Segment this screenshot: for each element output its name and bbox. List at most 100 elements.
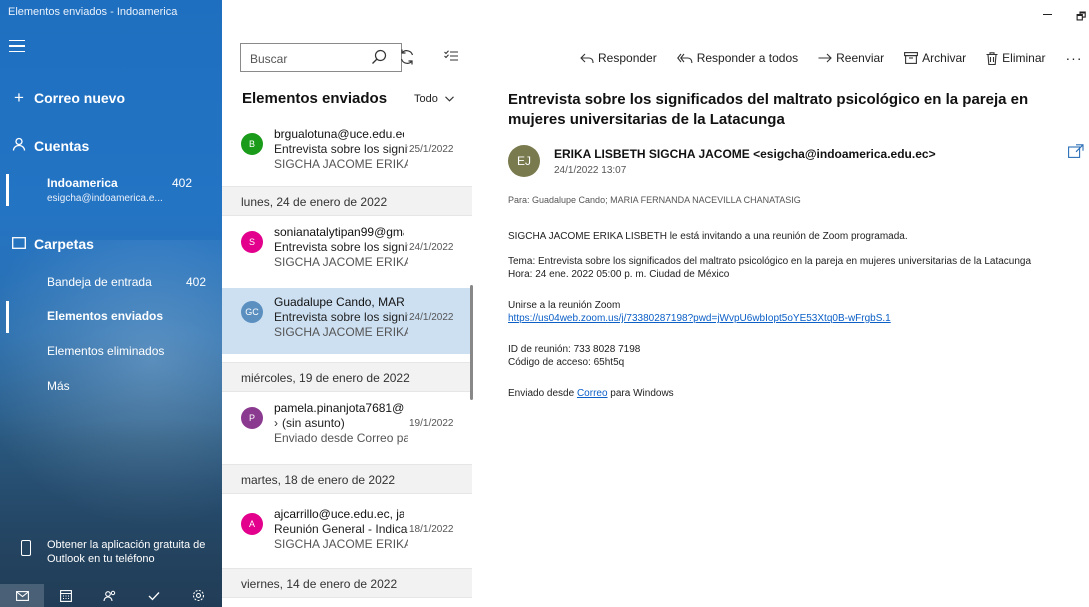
app-switcher-bar bbox=[0, 584, 222, 607]
open-in-new-window-icon[interactable] bbox=[1068, 144, 1084, 161]
message-preview: SIGCHA JACOME ERIKA LISBETH bbox=[274, 325, 408, 339]
account-indoamerica[interactable]: Indoamerica 402 esigcha@indoamerica.e... bbox=[0, 172, 222, 212]
folder-inbox[interactable]: Bandeja de entrada 402 bbox=[0, 266, 222, 300]
message-from: brgualotuna@uce.edu.ec bbox=[274, 127, 404, 141]
minimize-button[interactable] bbox=[1043, 14, 1052, 15]
settings-icon[interactable] bbox=[176, 584, 220, 607]
avatar: A bbox=[241, 513, 263, 535]
date-group-label: viernes, 14 de enero de 2022 bbox=[241, 577, 398, 591]
date-group-header: miércoles, 19 de enero de 2022 bbox=[222, 362, 472, 392]
mail-app-window: Elementos enviados - Indoamerica + Corre… bbox=[0, 0, 1089, 607]
search-input[interactable]: Buscar bbox=[250, 52, 287, 66]
list-scrollbar[interactable] bbox=[470, 285, 473, 400]
meeting-id: ID de reunión: 733 8028 7198 bbox=[508, 344, 641, 355]
select-mode-icon[interactable] bbox=[444, 50, 458, 65]
account-unread-count: 402 bbox=[172, 176, 193, 190]
person-icon bbox=[4, 136, 34, 156]
reply-button[interactable]: Responder bbox=[580, 51, 657, 65]
folders-header[interactable]: Carpetas bbox=[0, 228, 222, 260]
message-list-pane: Buscar Elementos enviados Todo B brgualo… bbox=[222, 0, 474, 607]
list-item[interactable]: A ajcarrillo@uce.edu.ec, jaime Reunión G… bbox=[222, 500, 472, 566]
restore-button[interactable]: 🗗 bbox=[1076, 8, 1086, 27]
forward-button[interactable]: Reenviar bbox=[818, 51, 884, 65]
message-subject: Entrevista sobre los significados bbox=[274, 240, 408, 254]
message-subject-line: › (sin asunto) bbox=[274, 416, 408, 430]
message-date: 24/1/2022 bbox=[409, 312, 454, 323]
promo-text: Obtener la aplicación gratuita de Outloo… bbox=[47, 539, 206, 565]
accounts-header[interactable]: Cuentas bbox=[0, 130, 222, 162]
navigation-pane: Elementos enviados - Indoamerica + Corre… bbox=[0, 0, 222, 607]
message-subject: Reunión General - Indicaciones bbox=[274, 522, 408, 536]
date-group-header: viernes, 14 de enero de 2022 bbox=[222, 568, 472, 598]
selection-indicator bbox=[6, 174, 9, 206]
filter-dropdown[interactable]: Todo bbox=[414, 93, 454, 105]
avatar: S bbox=[241, 231, 263, 253]
todo-icon[interactable] bbox=[132, 584, 176, 607]
sent-date: 24/1/2022 13:07 bbox=[554, 165, 627, 176]
sender-name[interactable]: ERIKA LISBETH SIGCHA JACOME <esigcha@ind… bbox=[554, 147, 936, 161]
trash-icon bbox=[986, 51, 998, 65]
meeting-credentials: ID de reunión: 733 8028 7198 Código de a… bbox=[508, 343, 1089, 369]
folder-label: Elementos enviados bbox=[47, 309, 164, 323]
reply-all-button[interactable]: Responder a todos bbox=[676, 51, 799, 65]
meeting-passcode: Código de acceso: 65ht5q bbox=[508, 357, 625, 368]
more-actions-button[interactable]: ··· bbox=[1066, 50, 1083, 66]
folder-deleted[interactable]: Elementos eliminados bbox=[0, 335, 222, 369]
selection-indicator bbox=[6, 301, 9, 333]
accounts-label: Cuentas bbox=[34, 138, 90, 154]
meeting-topic: Tema: Entrevista sobre los significados … bbox=[508, 256, 1032, 267]
message-date: 24/1/2022 bbox=[409, 242, 454, 253]
mail-app-link[interactable]: Correo bbox=[577, 388, 608, 399]
archive-button[interactable]: Archivar bbox=[904, 51, 966, 65]
email-subject: Entrevista sobre los significados del ma… bbox=[508, 91, 1029, 128]
list-item[interactable]: B brgualotuna@uce.edu.ec Entrevista sobr… bbox=[222, 120, 472, 186]
message-date: 19/1/2022 bbox=[409, 418, 454, 429]
reply-icon bbox=[580, 53, 594, 63]
message-preview: SIGCHA JACOME ERIKA LISBETH bbox=[274, 255, 408, 269]
signature: Enviado desde Correo para Windows bbox=[508, 387, 1089, 400]
archive-icon bbox=[904, 52, 919, 64]
reply-all-label: Responder a todos bbox=[696, 51, 799, 65]
message-preview: SIGCHA JACOME ERIKA LISBETH bbox=[274, 537, 408, 551]
reading-pane: 🗗 Responder Responder a todos Reenviar A… bbox=[474, 0, 1089, 607]
message-subject: (sin asunto) bbox=[282, 416, 345, 430]
people-icon[interactable] bbox=[88, 584, 132, 607]
calendar-icon[interactable] bbox=[44, 584, 88, 607]
search-icon[interactable] bbox=[371, 49, 387, 68]
hamburger-menu-icon[interactable] bbox=[9, 40, 25, 54]
mail-icon[interactable] bbox=[0, 584, 44, 607]
get-outlook-app-promo[interactable]: Obtener la aplicación gratuita de Outloo… bbox=[0, 532, 222, 572]
reply-label: Responder bbox=[598, 51, 657, 65]
sender-avatar[interactable]: EJ bbox=[508, 145, 540, 177]
chevron-down-icon bbox=[445, 93, 454, 105]
message-subject: Entrevista sobre los significados bbox=[274, 310, 408, 324]
join-section: Unirse a la reunión Zoom https://us04web… bbox=[508, 299, 1089, 325]
archive-label: Archivar bbox=[922, 51, 967, 65]
date-group-header: lunes, 24 de enero de 2022 bbox=[222, 186, 472, 216]
list-item-selected[interactable]: GC Guadalupe Cando, MARIA Entrevista sob… bbox=[222, 288, 472, 354]
list-item[interactable]: S sonianatalytipan99@gmail.com Entrevist… bbox=[222, 218, 472, 284]
sync-icon[interactable] bbox=[398, 48, 416, 69]
delete-button[interactable]: Eliminar bbox=[986, 51, 1046, 65]
recipients-line: Para: Guadalupe Cando; MARIA FERNANDA NA… bbox=[508, 195, 801, 205]
date-group-label: lunes, 24 de enero de 2022 bbox=[241, 195, 388, 209]
folder-label: Elementos eliminados bbox=[47, 344, 165, 358]
new-mail-button[interactable]: + Correo nuevo bbox=[0, 82, 222, 114]
list-item[interactable]: P pamela.pinanjota7681@gmail.com › (sin a… bbox=[222, 394, 472, 460]
zoom-join-link[interactable]: https://us04web.zoom.us/j/73380287198?pw… bbox=[508, 313, 891, 324]
message-preview: SIGCHA JACOME ERIKA LISBETH bbox=[274, 157, 408, 171]
folder-count: 402 bbox=[186, 275, 207, 289]
folder-icon bbox=[4, 234, 34, 254]
folder-label: Bandeja de entrada bbox=[47, 275, 152, 289]
account-name: Indoamerica bbox=[47, 176, 118, 190]
message-subject: Entrevista sobre los significados bbox=[274, 142, 408, 156]
invite-text: SIGCHA JACOME ERIKA LISBETH le está invi… bbox=[508, 231, 908, 242]
filter-label: Todo bbox=[414, 93, 438, 105]
email-body: SIGCHA JACOME ERIKA LISBETH le está invi… bbox=[508, 230, 1089, 412]
folder-more[interactable]: Más bbox=[0, 370, 222, 404]
avatar: GC bbox=[241, 301, 263, 323]
forward-arrow-icon bbox=[818, 53, 832, 63]
search-box[interactable]: Buscar bbox=[240, 43, 402, 72]
folder-sent[interactable]: Elementos enviados bbox=[0, 300, 222, 334]
date-group-header: martes, 18 de enero de 2022 bbox=[222, 464, 472, 494]
